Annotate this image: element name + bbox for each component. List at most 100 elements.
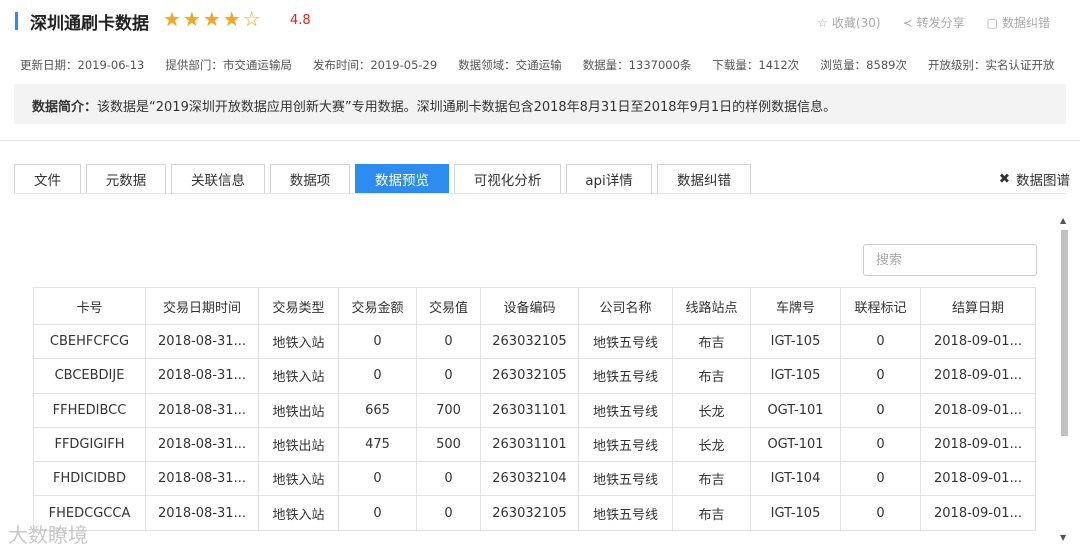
table-row[interactable]: FHDICIDBD 2018-08-31... 地铁入站 0 0 263032104 地铁五… <box>33 461 1036 497</box>
table-row[interactable]: FFHEDIBCC 2018-08-31... 地铁出站 665 700 26303110… <box>33 392 1036 428</box>
tab-api-details[interactable]: api详情 <box>566 164 652 194</box>
table-cell: 0 <box>840 392 921 428</box>
summary-text: 该数据是“2019深圳开放数据应用创新大赛”专用数据。深圳通刷卡数据包含2018… <box>97 100 837 115</box>
table-cell: IGT-105 <box>750 495 841 531</box>
table-cell: 2018-09-01... <box>920 461 1036 497</box>
column-header[interactable]: 交易类型 <box>258 287 339 325</box>
table-cell: 0 <box>338 495 417 531</box>
table-cell: 0 <box>416 461 481 497</box>
watermark-logo: 大数瞭境 <box>8 523 88 547</box>
table-cell: 2018-08-31... <box>145 392 259 428</box>
search-input[interactable] <box>863 244 1037 276</box>
table-cell: 0 <box>840 323 921 360</box>
meta-views: 浏览量：8589次 <box>820 58 907 72</box>
vertical-scrollbar[interactable]: ▲ ▼ <box>1058 216 1070 542</box>
column-header[interactable]: 联程标记 <box>840 287 921 325</box>
column-header[interactable]: 公司名称 <box>578 287 673 325</box>
table-cell: 2018-08-31... <box>145 358 259 394</box>
header-actions: ☆ 收藏(30) ≺ 转发分享 ▢ 数据纠错 <box>817 14 1050 31</box>
page-title: 深圳通刷卡数据 <box>30 14 149 34</box>
table-cell: 500 <box>416 426 481 463</box>
correction-icon: ▢ <box>986 16 998 30</box>
scroll-up-arrow-icon[interactable]: ▲ <box>1060 216 1066 225</box>
table-cell: 0 <box>840 495 921 531</box>
table-cell: IGT-105 <box>750 323 841 360</box>
table-cell: 0 <box>338 358 417 394</box>
table-cell: 地铁出站 <box>258 392 339 428</box>
table-cell: 地铁入站 <box>258 323 339 360</box>
meta-publish-date: 发布时间：2019-05-29 <box>312 58 438 72</box>
table-cell: CBCEBDIJE <box>33 358 146 394</box>
tab-metadata[interactable]: 元数据 <box>86 164 166 194</box>
table-cell: 263031101 <box>480 426 579 463</box>
table-header-row: 卡号 交易日期时间 交易类型 交易金额 交易值 设备编码 公司名称 线路站点 车… <box>33 287 1036 325</box>
table-cell: 地铁五号线 <box>578 392 673 428</box>
table-cell: 2018-09-01... <box>920 392 1036 428</box>
table-cell: 700 <box>416 392 481 428</box>
table-cell: 0 <box>416 358 481 394</box>
dataset-meta: 更新日期：2019-06-13 提供部门：市交通运输局 发布时间：2019-05… <box>20 57 1054 73</box>
table-cell: 2018-08-31... <box>145 323 259 360</box>
table-cell: 布吉 <box>672 495 751 531</box>
column-header[interactable]: 线路站点 <box>672 287 751 325</box>
column-header[interactable]: 结算日期 <box>920 287 1036 325</box>
table-cell: 2018-09-01... <box>920 426 1036 463</box>
column-header[interactable]: 交易值 <box>416 287 481 325</box>
column-header[interactable]: 交易金额 <box>338 287 417 325</box>
table-cell: IGT-104 <box>750 461 841 497</box>
column-header[interactable]: 卡号 <box>33 287 146 325</box>
table-cell: 0 <box>840 426 921 463</box>
table-cell: 地铁入站 <box>258 461 339 497</box>
table-cell: FFHEDIBCC <box>33 392 146 428</box>
data-graph-link[interactable]: ✖ 数据图谱 <box>999 169 1070 189</box>
tab-data-items[interactable]: 数据项 <box>270 164 350 194</box>
table-cell: 2018-08-31... <box>145 461 259 497</box>
report-error-button[interactable]: ▢ 数据纠错 <box>987 14 1050 31</box>
title-accent-bar <box>15 12 18 30</box>
table-cell: CBEHFCFCG <box>33 323 146 360</box>
tab-data-preview[interactable]: 数据预览 <box>355 164 449 194</box>
share-label: 转发分享 <box>916 16 965 30</box>
share-button[interactable]: ≺ 转发分享 <box>903 14 965 31</box>
table-cell: OGT-101 <box>750 392 841 428</box>
table-cell: 地铁五号线 <box>578 358 673 394</box>
column-header[interactable]: 交易日期时间 <box>145 287 259 325</box>
table-cell: 263032105 <box>480 358 579 394</box>
tab-data-correction[interactable]: 数据纠错 <box>657 164 751 194</box>
dataset-summary: 数据简介：该数据是“2019深圳开放数据应用创新大赛”专用数据。深圳通刷卡数据包… <box>14 84 1066 124</box>
rating-score: 4.8 <box>290 13 311 28</box>
favorite-button[interactable]: ☆ 收藏(30) <box>817 14 880 31</box>
table-cell: 2018-08-31... <box>145 495 259 531</box>
table-row[interactable]: FHEDCGCCA 2018-08-31... 地铁入站 0 0 263032105 地铁五… <box>33 495 1036 531</box>
table-cell: 2018-09-01... <box>920 323 1036 360</box>
table-cell: 0 <box>840 358 921 394</box>
table-cell: 长龙 <box>672 426 751 463</box>
data-graph-label: 数据图谱 <box>1016 173 1070 189</box>
table-cell: 布吉 <box>672 358 751 394</box>
column-header[interactable]: 设备编码 <box>480 287 579 325</box>
data-preview-table: 卡号 交易日期时间 交易类型 交易金额 交易值 设备编码 公司名称 线路站点 车… <box>33 287 1036 531</box>
column-header[interactable]: 车牌号 <box>750 287 841 325</box>
table-row[interactable]: CBEHFCFCG 2018-08-31... 地铁入站 0 0 263032105 地铁五… <box>33 323 1036 360</box>
table-cell: 665 <box>338 392 417 428</box>
tab-visual-analysis[interactable]: 可视化分析 <box>454 164 561 194</box>
table-cell: IGT-105 <box>750 358 841 394</box>
tab-files[interactable]: 文件 <box>14 164 81 194</box>
graph-icon: ✖ <box>998 171 1010 187</box>
table-cell: 布吉 <box>672 461 751 497</box>
table-cell: OGT-101 <box>750 426 841 463</box>
table-row[interactable]: CBCEBDIJE 2018-08-31... 地铁入站 0 0 263032105 地铁五… <box>33 358 1036 394</box>
scroll-down-arrow-icon[interactable]: ▼ <box>1060 533 1066 542</box>
report-error-label: 数据纠错 <box>1001 16 1050 30</box>
tab-related-info[interactable]: 关联信息 <box>171 164 265 194</box>
summary-label: 数据简介： <box>32 100 98 115</box>
table-cell: 地铁五号线 <box>578 323 673 360</box>
share-icon: ≺ <box>902 16 913 30</box>
table-row[interactable]: FFDGIGIFH 2018-08-31... 地铁出站 475 500 26303110… <box>33 426 1036 463</box>
table-cell: 地铁五号线 <box>578 461 673 497</box>
page-header: 深圳通刷卡数据 ★★★★☆ 4.8 ☆ 收藏(30) ≺ 转发分享 ▢ 数据纠错 <box>0 0 1080 44</box>
tab-bar: 文件 元数据 关联信息 数据项 数据预览 可视化分析 api详情 数据纠错 <box>14 164 751 194</box>
table-cell: 0 <box>338 323 417 360</box>
table-body: CBEHFCFCG 2018-08-31... 地铁入站 0 0 263032105 地铁五… <box>33 323 1036 531</box>
scroll-thumb[interactable] <box>1061 230 1068 436</box>
